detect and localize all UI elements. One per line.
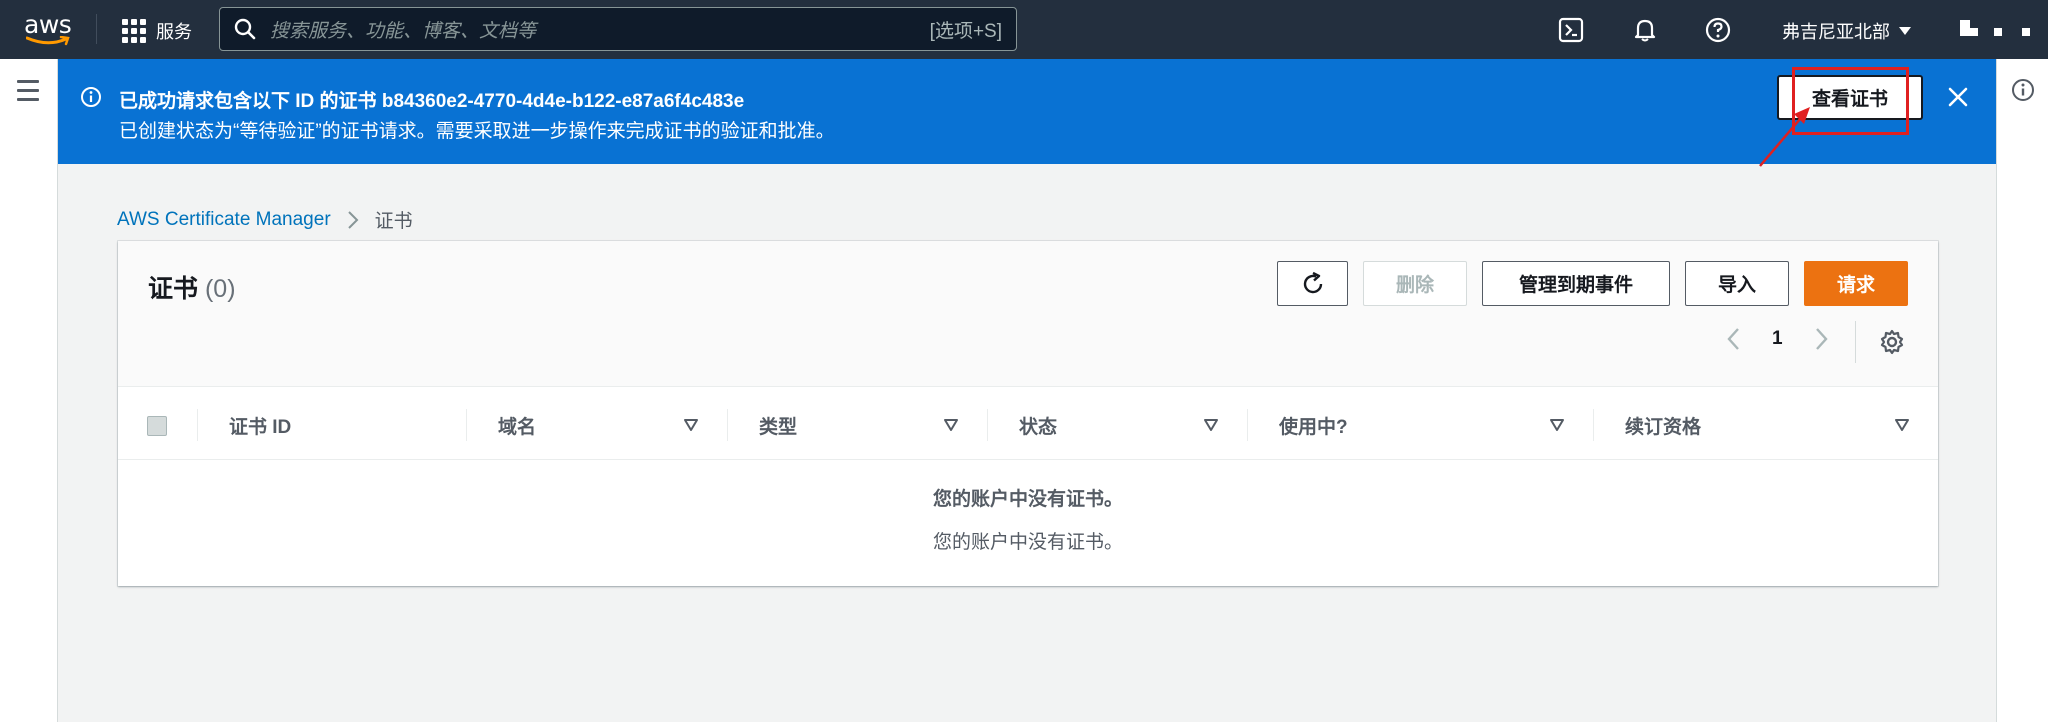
account-avatar-block (1960, 20, 1970, 36)
close-icon[interactable] (1947, 86, 1969, 108)
column-header-type[interactable]: 类型 (759, 412, 797, 439)
pagination: 1 (1726, 327, 1829, 351)
right-tools-rail (1996, 59, 2048, 722)
breadcrumb-current: 证书 (374, 211, 413, 232)
left-navigation-rail (0, 59, 58, 722)
table-header: 证书 (0) 删除 管理到期事件 导入 请求 1 (118, 241, 1938, 387)
aws-smile-icon (26, 36, 70, 46)
column-header-certificate-id[interactable]: 证书 ID (229, 412, 291, 439)
column-header-domain[interactable]: 域名 (498, 412, 536, 439)
cloudshell-icon[interactable] (1558, 17, 1584, 43)
table-title-text: 证书 (148, 275, 199, 303)
menu-icon[interactable] (17, 80, 39, 107)
sort-caret-down-icon[interactable] (1203, 418, 1219, 432)
caret-down-icon (1899, 27, 1911, 35)
certificates-table: 证书 (0) 删除 管理到期事件 导入 请求 1 证书 ID 域名 类型 状态 … (118, 241, 1938, 586)
refresh-icon (1303, 271, 1322, 293)
services-menu-button[interactable]: 服务 (122, 18, 192, 44)
account-avatar-block (2022, 28, 2030, 36)
services-label: 服务 (156, 22, 192, 42)
import-button[interactable]: 导入 (1685, 261, 1789, 306)
flash-title: 已成功请求包含以下 ID 的证书 b84360e2-4770-4d4e-b122… (119, 91, 745, 112)
flash-description: 已创建状态为“等待验证”的证书请求。需要采取进一步操作来完成证书的验证和批准。 (119, 121, 835, 142)
column-header-renewal-eligibility[interactable]: 续订资格 (1625, 412, 1701, 439)
sort-caret-down-icon[interactable] (1549, 418, 1565, 432)
gear-icon[interactable] (1879, 329, 1905, 355)
empty-state-description: 您的账户中没有证书。 (932, 532, 1123, 553)
success-flash-banner: 已成功请求包含以下 ID 的证书 b84360e2-4770-4d4e-b122… (58, 59, 1996, 164)
column-divider (197, 409, 198, 441)
column-divider (466, 409, 467, 441)
table-title: 证书 (0) (148, 269, 236, 305)
sort-caret-down-icon[interactable] (943, 418, 959, 432)
region-selector[interactable]: 弗吉尼亚北部 (1782, 18, 1912, 44)
sort-caret-down-icon[interactable] (1894, 418, 1910, 432)
region-label: 弗吉尼亚北部 (1782, 22, 1890, 42)
account-menu[interactable] (1960, 20, 2030, 36)
nav-divider (96, 14, 97, 44)
column-divider (1593, 409, 1594, 441)
delete-button[interactable]: 删除 (1363, 261, 1467, 306)
empty-state-title: 您的账户中没有证书。 (932, 489, 1123, 510)
select-all-checkbox[interactable] (147, 416, 167, 436)
help-icon[interactable] (1705, 17, 1731, 43)
bell-icon[interactable] (1632, 17, 1658, 43)
column-divider (727, 409, 728, 441)
request-button[interactable]: 请求 (1804, 261, 1908, 306)
table-count: (0) (204, 275, 236, 303)
table-column-header: 证书 ID 域名 类型 状态 使用中? 续订资格 (118, 387, 1938, 460)
sort-caret-down-icon[interactable] (683, 418, 699, 432)
column-divider (987, 409, 988, 441)
breadcrumb-acm-link[interactable]: AWS Certificate Manager (117, 209, 331, 231)
search-icon (234, 18, 256, 40)
chevron-right-icon (347, 210, 359, 229)
grid-icon (122, 19, 146, 43)
pager-divider (1855, 321, 1856, 363)
column-header-in-use[interactable]: 使用中? (1279, 412, 1348, 439)
column-divider (1247, 409, 1248, 441)
annotation-arrow-icon (1759, 107, 1810, 167)
chevron-left-icon[interactable] (1726, 327, 1740, 351)
manage-expiry-events-button[interactable]: 管理到期事件 (1482, 261, 1670, 306)
search-shortcut: [选项+S] (929, 20, 1002, 42)
search-placeholder: 搜索服务、功能、博客、文档等 (270, 20, 537, 42)
refresh-button[interactable] (1277, 261, 1348, 306)
column-header-status[interactable]: 状态 (1019, 412, 1057, 439)
breadcrumb: AWS Certificate Manager 证书 (117, 206, 413, 233)
account-avatar-block (1994, 28, 2002, 36)
top-navigation: aws 服务 搜索服务、功能、博客、文档等 [选项+S] 弗吉尼亚北部 (0, 0, 2048, 59)
aws-logo-text: aws (24, 10, 72, 39)
aws-logo[interactable]: aws (24, 12, 76, 46)
info-icon (81, 87, 101, 107)
search-input[interactable]: 搜索服务、功能、博客、文档等 [选项+S] (219, 7, 1017, 51)
info-icon[interactable] (2011, 78, 2035, 102)
chevron-right-icon[interactable] (1815, 327, 1829, 351)
account-avatar-block (1970, 28, 1978, 36)
page-number[interactable]: 1 (1772, 328, 1783, 350)
